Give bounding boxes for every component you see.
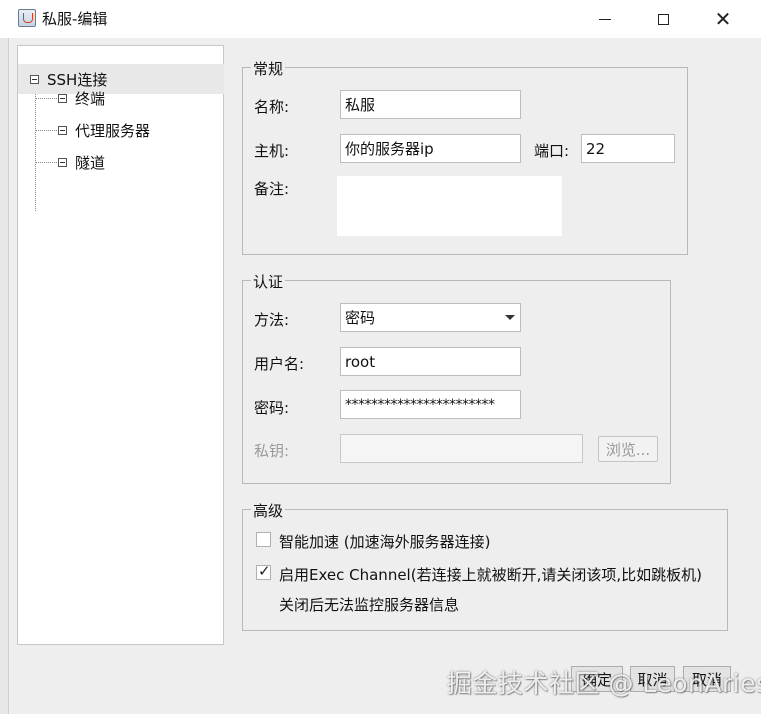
name-field[interactable]: 私服	[340, 90, 521, 119]
note-label: 备注:	[254, 180, 290, 198]
private-key-label: 私钥:	[254, 442, 290, 460]
note-textarea[interactable]	[337, 176, 562, 236]
maximize-icon	[657, 13, 669, 25]
tree-collapse-icon[interactable]	[58, 93, 67, 103]
minimize-icon	[599, 18, 611, 20]
password-label: 密码:	[254, 399, 290, 417]
tree-item-proxy[interactable]: 代理服务器	[58, 115, 150, 145]
method-label: 方法:	[254, 311, 290, 329]
host-label: 主机:	[254, 142, 290, 160]
tree-collapse-icon[interactable]	[58, 157, 67, 167]
password-field[interactable]: ***********************	[340, 390, 521, 419]
exec-channel-note: 关闭后无法监控服务器信息	[279, 596, 460, 614]
tree-collapse-icon[interactable]	[30, 74, 39, 84]
edit-session-window: 私服-编辑 ✕ SSH连接 终端 代理服务器 隧道 常规 名称: 私服 主机: …	[0, 0, 761, 714]
java-app-icon	[18, 9, 36, 27]
dropdown-arrow-icon	[505, 315, 515, 320]
maximize-button[interactable]	[633, 0, 693, 38]
tree-connector	[35, 130, 57, 131]
tree-item-ssh[interactable]: SSH连接	[18, 64, 224, 94]
title-bar: 私服-编辑 ✕	[0, 0, 761, 38]
auth-legend: 认证	[251, 271, 286, 292]
smart-accel-checkbox[interactable]	[256, 532, 271, 547]
settings-tree: SSH连接 终端 代理服务器 隧道	[17, 45, 224, 645]
tree-item-tunnel[interactable]: 隧道	[58, 147, 105, 177]
name-label: 名称:	[254, 98, 290, 116]
window-title: 私服-编辑	[42, 10, 108, 28]
tree-item-label: 代理服务器	[75, 121, 151, 140]
tree-connector	[35, 98, 57, 99]
smart-accel-label[interactable]: 智能加速 (加速海外服务器连接)	[279, 531, 490, 552]
private-key-field[interactable]	[340, 434, 583, 463]
exec-channel-checkbox[interactable]	[256, 562, 271, 580]
browse-button[interactable]: 浏览...	[598, 436, 658, 462]
window-left-edge	[0, 38, 9, 714]
username-label: 用户名:	[254, 355, 305, 373]
close-icon: ✕	[714, 7, 732, 31]
tree-item-label: 隧道	[75, 153, 106, 172]
method-select-value: 密码	[345, 309, 376, 327]
advanced-legend: 高级	[251, 500, 286, 521]
minimize-button[interactable]	[575, 0, 635, 38]
tree-connector	[35, 94, 36, 211]
port-label: 端口:	[534, 142, 570, 160]
username-field[interactable]: root	[340, 347, 521, 376]
watermark: 掘金技术社区 @ LeonAries	[447, 669, 761, 698]
host-field[interactable]: 你的服务器ip	[340, 134, 521, 163]
general-legend: 常规	[251, 58, 286, 79]
tree-collapse-icon[interactable]	[58, 125, 67, 135]
close-button[interactable]: ✕	[693, 0, 753, 38]
method-select[interactable]: 密码	[340, 303, 521, 332]
port-field[interactable]: 22	[581, 134, 675, 163]
tree-item-label: 终端	[75, 89, 106, 108]
tree-item-terminal[interactable]: 终端	[58, 83, 105, 113]
exec-channel-label[interactable]: 启用Exec Channel(若连接上就被断开,请关闭该项,比如跳板机)	[279, 564, 702, 585]
tree-connector	[35, 162, 57, 163]
